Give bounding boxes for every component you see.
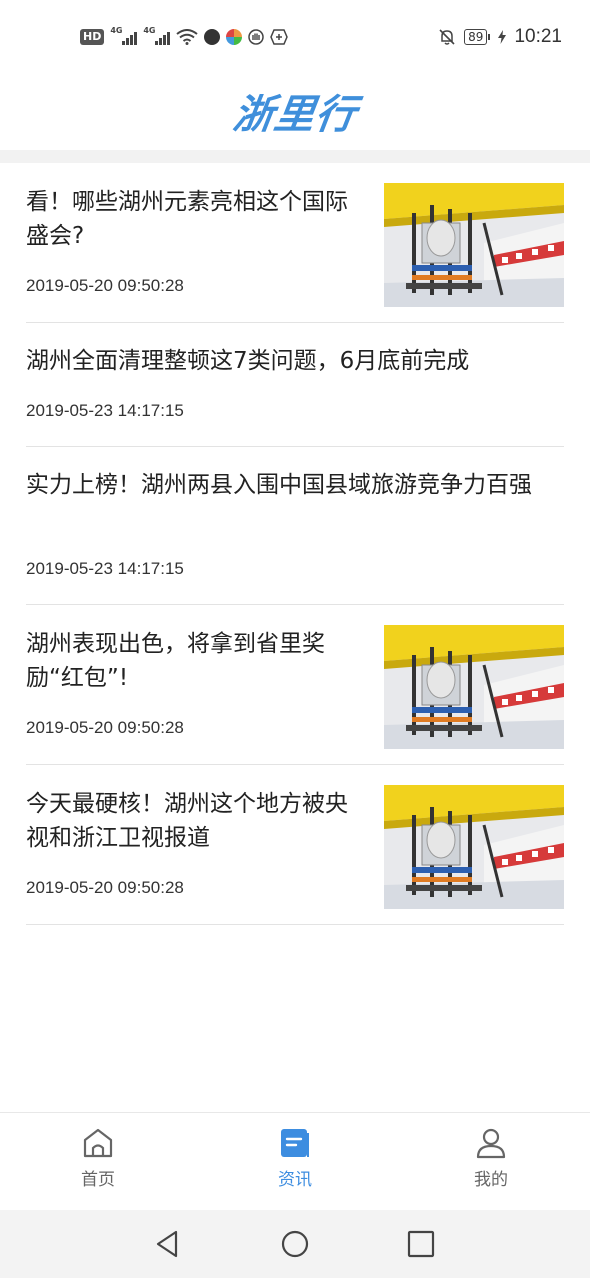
- news-title: 湖州全面清理整顿这7类问题，6月底前完成: [26, 348, 470, 374]
- news-date: 2019-05-20 09:50:28: [26, 276, 184, 295]
- news-thumbnail: [384, 785, 564, 909]
- battery-icon: 89: [464, 29, 491, 45]
- news-title: 看！哪些湖州元素亮相这个国际盛会?: [26, 189, 348, 249]
- nav-home[interactable]: 首页: [38, 1127, 158, 1190]
- status-left: HD 4G 4G: [80, 26, 289, 48]
- news-item[interactable]: 湖州表现出色，将拿到省里奖励“红包”! 2019-05-20 09:50:28: [26, 605, 564, 765]
- news-item[interactable]: 今天最硬核！湖州这个地方被央视和浙江卫视报道 2019-05-20 09:50:…: [26, 765, 564, 925]
- bottom-nav: 首页 资讯 我的: [0, 1112, 590, 1210]
- news-date: 2019-05-23 14:17:15: [26, 401, 184, 420]
- signal-icon: 4G: [110, 26, 138, 45]
- news-date: 2019-05-23 14:17:15: [26, 559, 184, 578]
- news-item[interactable]: 看！哪些湖州元素亮相这个国际盛会? 2019-05-20 09:50:28: [26, 163, 564, 323]
- app-shield-icon: [270, 29, 289, 45]
- nav-mine[interactable]: 我的: [431, 1127, 551, 1190]
- hand-icon: [248, 29, 265, 45]
- wifi-icon: [176, 29, 198, 45]
- header-divider: [0, 150, 590, 163]
- status-right: 89 10:21: [438, 25, 562, 49]
- news-title: 湖州表现出色，将拿到省里奖励“红包”!: [26, 631, 325, 691]
- system-nav-bar: [0, 1210, 590, 1278]
- home-circle-icon[interactable]: [281, 1230, 309, 1258]
- sim2-label: 4G: [143, 26, 156, 35]
- news-thumbnail: [384, 183, 564, 307]
- mute-bell-icon: [439, 29, 455, 45]
- hd-badge: HD: [80, 29, 105, 45]
- nav-home-label: 首页: [81, 1170, 115, 1190]
- news-title: 今天最硬核！湖州这个地方被央视和浙江卫视报道: [26, 791, 348, 851]
- app-notification-icon: [204, 29, 221, 45]
- news-date: 2019-05-20 09:50:28: [26, 878, 184, 897]
- signal-icon: 4G: [143, 26, 171, 45]
- back-icon[interactable]: [154, 1230, 182, 1258]
- news-title: 实力上榜！湖州两县入围中国县域旅游竞争力百强: [26, 472, 532, 498]
- app-header: 浙里行: [0, 72, 590, 150]
- nav-news-label: 资讯: [278, 1170, 312, 1190]
- news-item[interactable]: 实力上榜！湖州两县入围中国县域旅游竞争力百强 2019-05-23 14:17:…: [26, 447, 564, 605]
- sim1-label: 4G: [110, 26, 123, 35]
- status-time: 10:21: [514, 26, 562, 47]
- app-notification-icon: [226, 29, 243, 45]
- nav-mine-label: 我的: [474, 1170, 508, 1190]
- charging-icon: [498, 30, 507, 44]
- person-icon: [476, 1128, 506, 1159]
- recents-icon[interactable]: [407, 1230, 435, 1258]
- news-thumbnail: [384, 625, 564, 749]
- status-bar: HD 4G 4G 89 10:21: [0, 0, 590, 72]
- news-item[interactable]: 湖州全面清理整顿这7类问题，6月底前完成 2019-05-23 14:17:15: [26, 323, 564, 447]
- home-icon: [83, 1128, 113, 1158]
- news-icon: [281, 1129, 309, 1157]
- app-logo: 浙里行: [229, 92, 360, 138]
- battery-level: 89: [464, 29, 488, 45]
- news-list: 看！哪些湖州元素亮相这个国际盛会? 2019-05-20 09:50:28 湖州…: [26, 163, 564, 925]
- news-date: 2019-05-20 09:50:28: [26, 718, 184, 737]
- nav-news[interactable]: 资讯: [235, 1127, 355, 1190]
